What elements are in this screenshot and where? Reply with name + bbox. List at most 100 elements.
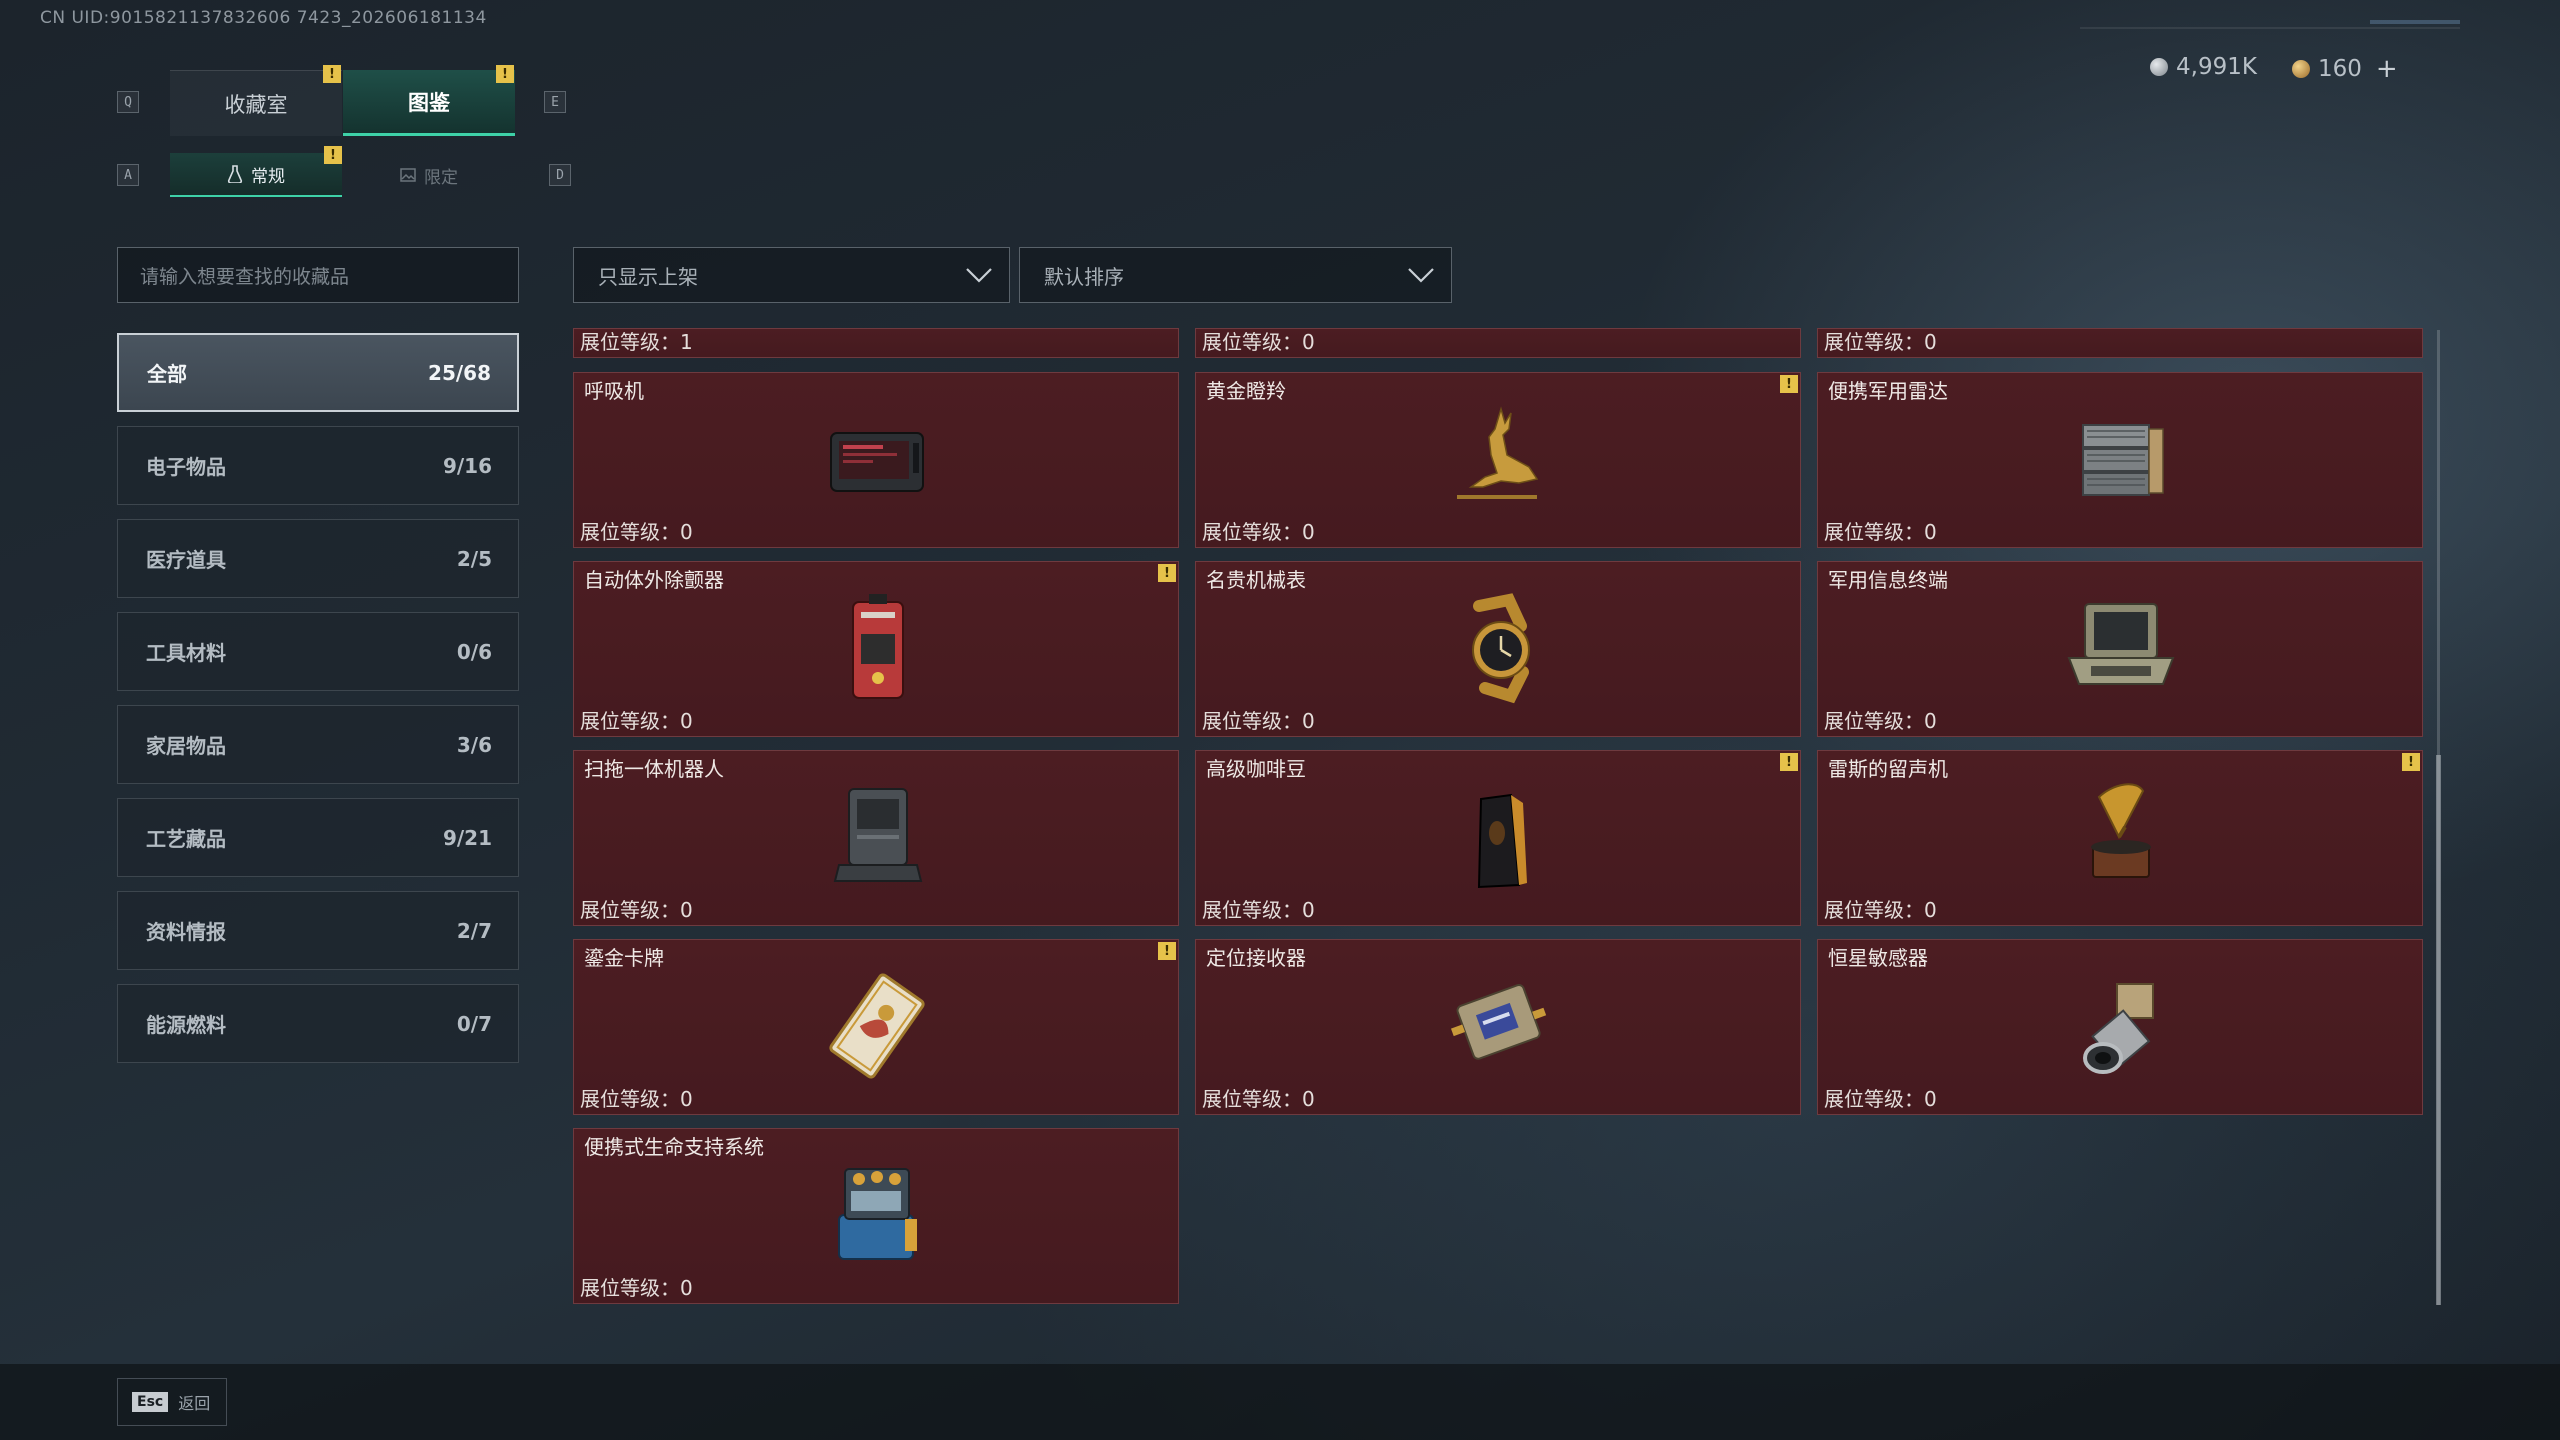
search-placeholder: 请输入想要查找的收藏品 <box>140 265 350 288</box>
item-name: 名贵机械表 <box>1206 568 1306 592</box>
tab-codex[interactable]: 图鉴 <box>343 70 515 136</box>
gold-amount: 160 <box>2318 56 2362 82</box>
category-label: 电子物品 <box>146 455 226 479</box>
notice-icon: ! <box>324 146 342 164</box>
category-medical[interactable]: 医疗道具 2/5 <box>117 519 519 598</box>
golden-gazelle-icon <box>1457 406 1539 499</box>
booth-level: 展位等级：0 <box>1202 709 1315 733</box>
subtab-label: 限定 <box>424 167 458 188</box>
category-count: 0/7 <box>456 1011 492 1036</box>
category-count: 9/21 <box>442 825 492 850</box>
category-label: 工艺藏品 <box>146 827 226 851</box>
booth-level: 展位等级：0 <box>1202 330 1315 354</box>
back-button[interactable]: Esc 返回 <box>117 1378 227 1426</box>
gramophone-icon <box>2091 783 2151 878</box>
category-label: 家居物品 <box>146 734 226 758</box>
tab-label: 图鉴 <box>408 90 450 115</box>
item-card-gramophone[interactable]: 雷斯的留声机 ! 展位等级：0 <box>1817 750 2423 926</box>
notice-icon: ! <box>1158 564 1176 582</box>
esc-key: Esc <box>132 1392 169 1412</box>
category-intel[interactable]: 资料情报 2/7 <box>117 891 519 970</box>
category-crafts[interactable]: 工艺藏品 9/21 <box>117 798 519 877</box>
category-tools[interactable]: 工具材料 0/6 <box>117 612 519 691</box>
subtab-prev-key[interactable]: A <box>117 164 139 186</box>
item-card-radar[interactable]: 便携军用雷达 展位等级：0 <box>1817 372 2423 548</box>
gold-card-icon <box>829 973 925 1079</box>
category-energy[interactable]: 能源燃料 0/7 <box>117 984 519 1063</box>
dropdown-value: 只显示上架 <box>598 264 698 289</box>
image-icon <box>400 168 416 182</box>
item-card-partial[interactable]: 展位等级：1 <box>573 328 1179 358</box>
item-name: 高级咖啡豆 <box>1206 757 1306 781</box>
radar-icon <box>2082 424 2164 496</box>
item-card-terminal[interactable]: 军用信息终端 展位等级：0 <box>1817 561 2423 737</box>
booth-level: 展位等级：0 <box>580 709 693 733</box>
uid-label: CN UID:9015821137832606 7423_20260618113… <box>40 8 487 28</box>
category-label: 能源燃料 <box>146 1013 226 1037</box>
notice-icon: ! <box>323 65 341 83</box>
item-card-golden-gazelle[interactable]: 黄金瞪羚 ! 展位等级：0 <box>1195 372 1801 548</box>
booth-level: 展位等级：0 <box>580 520 693 544</box>
silver-currency: 4,991K <box>2150 54 2257 80</box>
top-accent <box>2370 20 2460 24</box>
scrollbar-thumb[interactable] <box>2436 755 2441 1305</box>
dropdown-value: 默认排序 <box>1044 264 1124 289</box>
item-card-receiver[interactable]: 定位接收器 展位等级：0 <box>1195 939 1801 1115</box>
category-electronics[interactable]: 电子物品 9/16 <box>117 426 519 505</box>
booth-level: 展位等级：0 <box>1824 898 1937 922</box>
item-name: 鎏金卡牌 <box>584 946 664 970</box>
booth-level: 展位等级：0 <box>580 1276 693 1300</box>
category-home[interactable]: 家居物品 3/6 <box>117 705 519 784</box>
notice-icon: ! <box>496 65 514 83</box>
item-card-gold-card[interactable]: 鎏金卡牌 ! 展位等级：0 <box>573 939 1179 1115</box>
booth-level: 展位等级：1 <box>580 330 693 354</box>
item-name: 便携式生命支持系统 <box>584 1135 764 1159</box>
item-card-coffee-beans[interactable]: 高级咖啡豆 ! 展位等级：0 <box>1195 750 1801 926</box>
item-card-star-sensor[interactable]: 恒星敏感器 展位等级：0 <box>1817 939 2423 1115</box>
receiver-icon <box>1450 984 1547 1060</box>
search-input[interactable]: 请输入想要查找的收藏品 <box>117 247 519 303</box>
item-card-partial[interactable]: 展位等级：0 <box>1195 328 1801 358</box>
item-name: 扫拖一体机器人 <box>584 757 724 781</box>
item-card-robot-vacuum[interactable]: 扫拖一体机器人 展位等级：0 <box>573 750 1179 926</box>
star-sensor-icon <box>2083 983 2154 1074</box>
item-name: 军用信息终端 <box>1828 568 1948 592</box>
subtab-regular[interactable]: 常规 <box>170 153 342 197</box>
flask-icon <box>227 165 243 183</box>
item-card-watch[interactable]: 名贵机械表 展位等级：0 <box>1195 561 1801 737</box>
item-name: 自动体外除颤器 <box>584 568 724 592</box>
category-label: 全部 <box>147 362 187 386</box>
category-all[interactable]: 全部 25/68 <box>117 333 519 412</box>
category-count: 0/6 <box>456 639 492 664</box>
notice-icon: ! <box>1780 375 1798 393</box>
item-card-life-support[interactable]: 便携式生命支持系统 展位等级：0 <box>573 1128 1179 1304</box>
subtab-limited[interactable]: 限定 <box>343 153 515 197</box>
gold-coin-icon <box>2292 60 2310 78</box>
booth-level: 展位等级：0 <box>580 1087 693 1111</box>
item-card-ventilator[interactable]: 呼吸机 展位等级：0 <box>573 372 1179 548</box>
notice-icon: ! <box>1780 753 1798 771</box>
tab-collection-room[interactable]: 收藏室 <box>170 70 342 136</box>
bottom-bar <box>0 1364 2560 1440</box>
item-card-partial[interactable]: 展位等级：0 <box>1817 328 2423 358</box>
tab-next-key[interactable]: E <box>544 91 566 113</box>
item-card-defibrillator[interactable]: 自动体外除颤器 ! 展位等级：0 <box>573 561 1179 737</box>
defibrillator-icon <box>852 594 904 699</box>
category-label: 工具材料 <box>146 641 226 665</box>
tab-prev-key[interactable]: Q <box>117 91 139 113</box>
subtab-next-key[interactable]: D <box>549 164 571 186</box>
category-label: 资料情报 <box>146 920 226 944</box>
back-label: 返回 <box>178 1394 211 1413</box>
add-currency-button[interactable]: + <box>2376 54 2398 84</box>
sort-dropdown[interactable]: 默认排序 <box>1019 247 1452 303</box>
silver-coin-icon <box>2150 58 2168 76</box>
category-count: 9/16 <box>442 453 492 478</box>
notice-icon: ! <box>1158 942 1176 960</box>
ventilator-icon <box>830 432 924 492</box>
item-name: 恒星敏感器 <box>1828 946 1928 970</box>
subtab-label: 常规 <box>251 166 285 187</box>
gold-currency: 160 + <box>2292 54 2398 84</box>
category-count: 3/6 <box>456 732 492 757</box>
display-filter-dropdown[interactable]: 只显示上架 <box>573 247 1010 303</box>
coffee-bag-icon <box>1477 793 1527 889</box>
